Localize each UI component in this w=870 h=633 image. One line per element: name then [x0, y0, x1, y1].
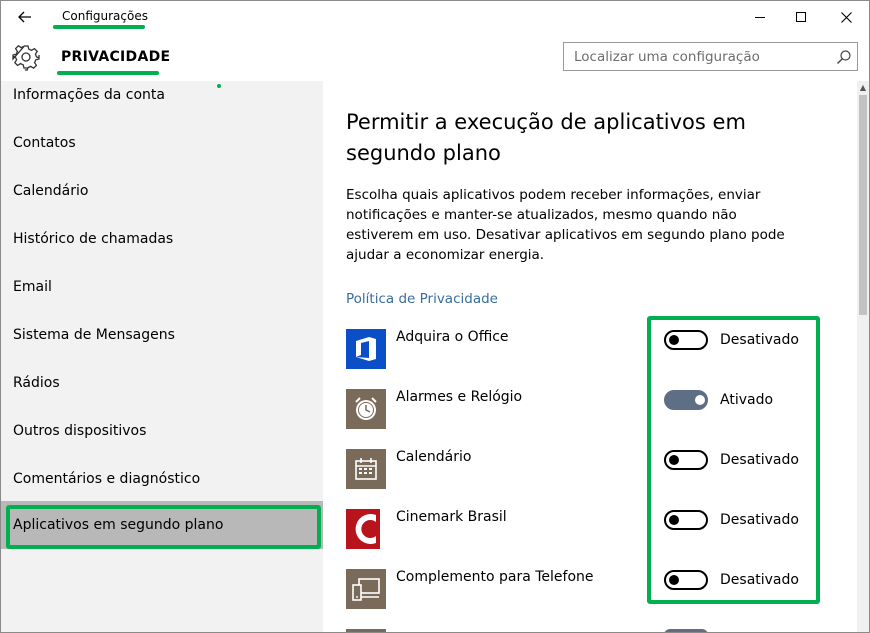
title-highlight [53, 25, 145, 29]
sidebar-item-label: Contatos [13, 135, 76, 151]
scrollbar-thumb[interactable] [859, 95, 867, 315]
next-toggle-switch[interactable] [664, 629, 708, 632]
sidebar-item-calendar[interactable]: Calendário [1, 167, 323, 215]
back-arrow-icon [18, 11, 31, 23]
sidebar-item-other-devices[interactable]: Outros dispositivos [1, 407, 323, 455]
page-header: PRIVACIDADE [1, 33, 869, 81]
section-title: PRIVACIDADE [61, 49, 171, 65]
scrollbar[interactable]: ▲ [857, 81, 869, 632]
window-title: Configurações [62, 9, 148, 23]
sidebar-item-label: Email [13, 279, 52, 295]
sidebar-item-radios[interactable]: Rádios [1, 359, 323, 407]
sidebar-item-contacts[interactable]: Contatos [1, 119, 323, 167]
calendar-icon [346, 449, 386, 489]
section-highlight [57, 71, 159, 75]
sidebar: Informações da conta Contatos Calendário… [1, 81, 323, 632]
search-icon[interactable] [835, 48, 853, 66]
sidebar-item-label: Comentários e diagnóstico [13, 471, 201, 487]
sidebar-item-messaging[interactable]: Sistema de Mensagens [1, 311, 323, 359]
app-name: Cinemark Brasil [396, 509, 507, 525]
cinemark-icon [346, 509, 386, 549]
phone-companion-icon [346, 569, 386, 609]
sidebar-item-call-history[interactable]: Histórico de chamadas [1, 215, 323, 263]
next-app-icon [346, 629, 386, 632]
maximize-button[interactable] [778, 1, 824, 33]
settings-window: Configurações PRIVACIDADE In [0, 0, 870, 633]
highlight-dot [217, 84, 221, 88]
alarm-clock-icon [346, 389, 386, 429]
minimize-button[interactable] [737, 1, 783, 33]
sidebar-item-label: Outros dispositivos [13, 423, 147, 439]
office-icon [346, 329, 386, 369]
scroll-up-icon[interactable]: ▲ [858, 83, 868, 93]
sidebar-item-label: Rádios [13, 375, 60, 391]
minimize-icon [755, 16, 765, 18]
search-box[interactable] [563, 42, 858, 71]
gear-icon [12, 44, 40, 71]
title-bar: Configurações [1, 1, 869, 33]
app-name: Alarmes e Relógio [396, 389, 523, 405]
close-button[interactable] [823, 1, 869, 33]
toggles-highlight [647, 316, 820, 604]
back-button[interactable] [9, 4, 41, 30]
close-icon [840, 11, 852, 23]
page-description: Escolha quais aplicativos podem receber … [346, 187, 785, 263]
maximize-icon [796, 12, 806, 22]
sidebar-item-feedback[interactable]: Comentários e diagnóstico [1, 455, 323, 503]
search-input[interactable] [564, 43, 824, 70]
sidebar-item-account-info[interactable]: Informações da conta [1, 81, 323, 119]
sidebar-item-email[interactable]: Email [1, 263, 323, 311]
sidebar-item-label: Sistema de Mensagens [13, 327, 175, 343]
app-name: Adquira o Office [396, 329, 509, 345]
sidebar-selection-highlight [6, 505, 321, 549]
sidebar-item-label: Histórico de chamadas [13, 231, 174, 247]
sidebar-item-label: Informações da conta [13, 87, 165, 103]
app-name: Calendário [396, 449, 472, 465]
privacy-policy-link[interactable]: Política de Privacidade [346, 291, 498, 307]
app-name: Complemento para Telefone [396, 569, 594, 585]
sidebar-item-label: Calendário [13, 183, 89, 199]
page-title: Permitir a execução de aplicativos em se… [346, 110, 746, 165]
